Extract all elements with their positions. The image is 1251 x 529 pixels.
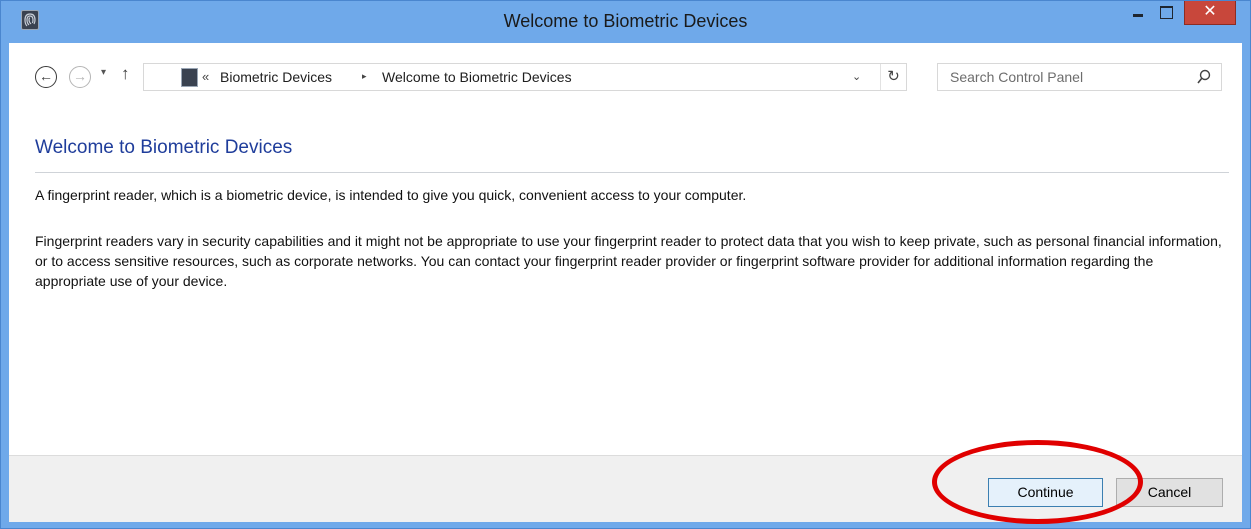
maximize-button[interactable] (1152, 1, 1180, 23)
breadcrumb-biometric-devices[interactable]: Biometric Devices (220, 69, 332, 85)
navigation-bar: ← → ▾ ↑ « Biometric Devices ▸ Welcome to… (9, 43, 1242, 115)
forward-button[interactable]: → (69, 66, 91, 88)
address-bar[interactable]: « Biometric Devices ▸ Welcome to Biometr… (143, 63, 907, 91)
recent-locations-button[interactable]: ▾ (101, 67, 106, 78)
close-button[interactable]: ✕ (1184, 1, 1236, 25)
intro-paragraph: A fingerprint reader, which is a biometr… (35, 187, 747, 203)
overflow-chevron-icon[interactable]: « (202, 69, 209, 84)
cancel-button[interactable]: Cancel (1116, 478, 1223, 507)
breadcrumb-arrow-icon[interactable]: ▸ (362, 71, 367, 82)
refresh-button[interactable]: ↻ (880, 64, 906, 90)
search-input[interactable]: Search Control Panel (950, 69, 1083, 85)
heading-divider (35, 172, 1229, 173)
back-button[interactable]: ← (35, 66, 57, 88)
continue-button[interactable]: Continue (988, 478, 1103, 507)
chevron-down-icon: ▾ (101, 67, 107, 78)
refresh-icon: ↻ (887, 68, 900, 85)
search-box[interactable]: Search Control Panel (937, 63, 1222, 91)
window-title: Welcome to Biometric Devices (503, 11, 748, 31)
search-icon[interactable] (1197, 69, 1211, 85)
button-bar: Continue Cancel (9, 455, 1242, 522)
up-arrow-icon: ↑ (121, 64, 130, 83)
minimize-button[interactable] (1124, 1, 1152, 23)
page-title: Welcome to Biometric Devices (35, 137, 293, 158)
address-dropdown-icon[interactable]: ⌄ (852, 70, 861, 83)
forward-arrow-icon: → (73, 68, 87, 84)
control-panel-window: Welcome to Biometric Devices ✕ ← → ▾ ↑ «… (0, 0, 1251, 529)
fingerprint-icon (181, 68, 198, 87)
breadcrumb-welcome[interactable]: Welcome to Biometric Devices (382, 69, 572, 85)
close-icon: ✕ (1203, 3, 1217, 20)
security-paragraph: Fingerprint readers vary in security cap… (35, 233, 1222, 289)
up-button[interactable]: ↑ (121, 64, 130, 84)
title-bar: Welcome to Biometric Devices ✕ (1, 1, 1250, 43)
back-arrow-icon: ← (39, 68, 53, 84)
content-area: Welcome to Biometric Devices A fingerpri… (9, 115, 1242, 455)
